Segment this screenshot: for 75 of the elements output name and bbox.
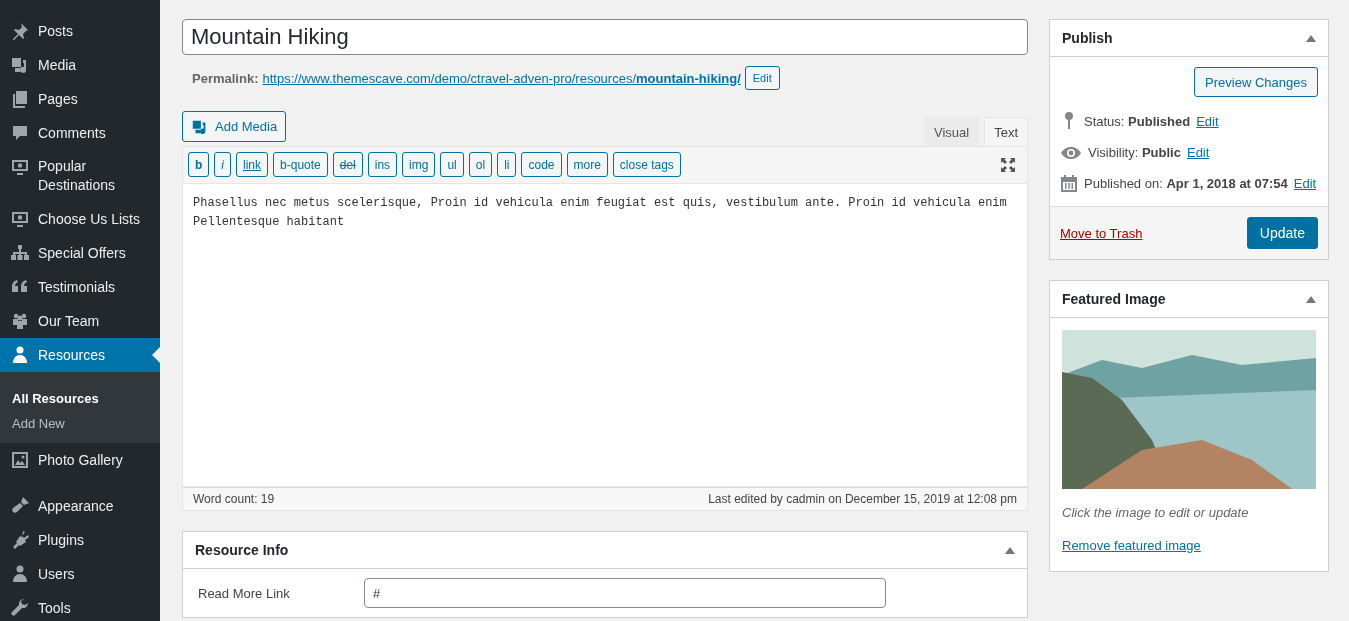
title-field[interactable]: Mountain Hiking (182, 19, 1028, 55)
publish-info-text: Published on: Apr 1, 2018 at 07:54 (1084, 175, 1288, 191)
collapse-icon[interactable] (1306, 295, 1316, 303)
sidebar-item[interactable]: Media (0, 48, 160, 82)
comment-icon (10, 123, 30, 143)
sidebar-item[interactable]: Comments (0, 116, 160, 150)
panel-title: Publish (1062, 30, 1113, 46)
sidebar-item[interactable]: Special Offers (0, 236, 160, 270)
edit-link[interactable]: Edit (1293, 175, 1317, 191)
photo-placeholder[interactable] (1062, 330, 1316, 489)
sidebar-item[interactable]: Tools (0, 591, 160, 621)
format-button[interactable]: ol (468, 152, 493, 177)
format-button[interactable]: li (497, 152, 517, 177)
format-button[interactable]: img (402, 152, 436, 177)
publish-info-text: Status: Published (1084, 113, 1191, 129)
group-icon (10, 311, 30, 331)
sidebar-item[interactable]: Choose Us Lists (0, 202, 160, 236)
eye-icon (1060, 145, 1082, 160)
person-icon (10, 345, 30, 365)
panel-title: Resource Info (195, 542, 289, 558)
editor-tab[interactable]: Visual (923, 117, 980, 146)
collapse-icon[interactable] (1005, 546, 1015, 554)
edit-link[interactable]: Edit (1186, 145, 1210, 160)
preview-changes-button[interactable]: Preview Changes (1194, 67, 1318, 97)
update-button[interactable]: Update (1246, 217, 1318, 249)
calendar-icon (1060, 174, 1078, 192)
sidebar-item[interactable]: Photo Gallery (0, 443, 160, 477)
monitor-icon (10, 209, 30, 229)
panel-title: Featured Image (1062, 291, 1166, 307)
format-button[interactable]: b (188, 152, 210, 177)
wrench-icon (10, 598, 30, 618)
remove-image-link[interactable]: Remove featured image (1062, 538, 1201, 553)
pages-icon (10, 89, 30, 109)
monitor-icon (10, 157, 30, 177)
format-button[interactable]: more (566, 152, 608, 177)
publish-info-text: Visibility: Public (1088, 145, 1181, 160)
sidebar-item[interactable]: Testimonials (0, 270, 160, 304)
submenu-item[interactable]: All Resources (0, 386, 160, 411)
format-button[interactable]: code (521, 152, 562, 177)
image-caption: Click the image to edit or update (1062, 505, 1250, 520)
pin-icon (10, 21, 30, 41)
format-button[interactable]: i (214, 152, 231, 177)
edit-link[interactable]: Edit (1196, 113, 1219, 129)
person-icon (10, 564, 30, 584)
sidebar-item[interactable]: Posts (0, 14, 160, 48)
permalink-link[interactable]: https://www.themescave.com/demo/ctravel-adven-pro/resources/mountain-hiking/ (262, 70, 741, 86)
submenu-item[interactable]: Add New (0, 411, 160, 436)
field-label: Read More Link (198, 585, 291, 601)
format-button[interactable]: ul (440, 152, 464, 177)
sidebar-item[interactable]: Resources (0, 338, 160, 372)
sidebar-item[interactable]: Plugins (0, 523, 160, 557)
editor-tab[interactable]: Text (984, 117, 1028, 146)
edit-permalink-button[interactable]: Edit (744, 66, 780, 90)
sidebar-item[interactable]: Our Team (0, 304, 160, 338)
sidebar-item[interactable]: Pages (0, 82, 160, 116)
sitemap-icon (10, 243, 30, 263)
sidebar-item[interactable]: Users (0, 557, 160, 591)
permalink-label: Permalink: (192, 70, 259, 86)
image-icon (10, 450, 30, 470)
move-to-trash-link[interactable]: Move to Trash (1060, 225, 1143, 241)
last-edited-text: Last edited by cadmin on December 15, 2019 at 12:08 pm (708, 492, 1017, 506)
format-button[interactable]: close tags (612, 152, 681, 177)
format-button[interactable]: del (332, 152, 363, 177)
format-button[interactable]: ins (367, 152, 398, 177)
add-media-button[interactable]: Add Media (182, 111, 287, 142)
sidebar-item[interactable]: Appearance (0, 489, 160, 523)
word-count: Word count: 19 (193, 492, 275, 506)
content-text[interactable]: Phasellus nec metus scelerisque, Proin id vehicula enim feugiat est quis, vestibulum ante. Proin id vehicula enim Pellentesque habitant (183, 184, 1027, 486)
sidebar-item[interactable]: Popular Destinations (0, 150, 160, 202)
collapse-icon[interactable] (1306, 34, 1316, 42)
brush-icon (10, 496, 30, 516)
format-button[interactable]: b-quote (273, 152, 328, 177)
format-button[interactable]: link (236, 152, 269, 177)
read-more-link-field[interactable]: # (364, 578, 886, 608)
fullscreen-icon[interactable] (1000, 156, 1016, 173)
